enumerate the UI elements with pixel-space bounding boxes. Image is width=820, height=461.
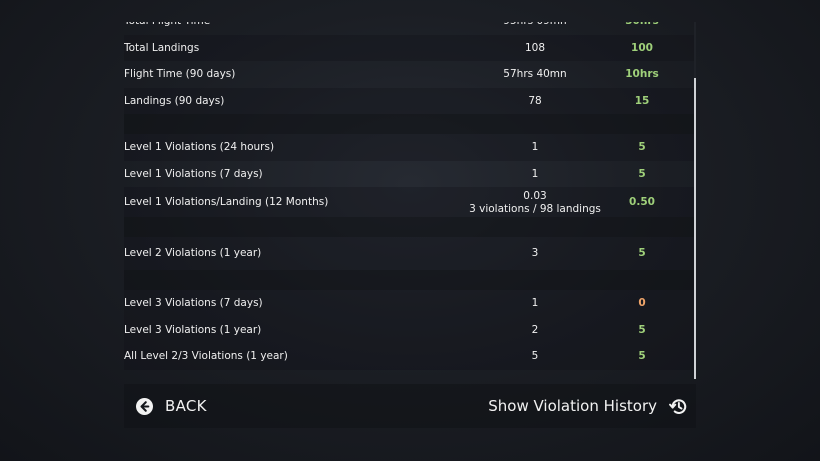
row-value: 2 (531, 323, 539, 336)
row-limit: 0 (638, 297, 646, 309)
row-limit: 30hrs (612, 22, 672, 35)
row-value: 3 (531, 247, 539, 259)
row-value: 108 (524, 41, 546, 54)
row-label: Level 1 Violations/Landing (12 Months) (124, 196, 329, 208)
table-row-level1-7d: Level 1 Violations (7 days) 1 5 (124, 161, 696, 188)
row-label: Level 1 Violations (24 hours) (124, 141, 275, 153)
section-separator (124, 217, 696, 237)
row-limit: 0.50 (629, 196, 655, 208)
section-separator (124, 270, 696, 290)
row-label: Level 1 Violations (7 days) (124, 167, 263, 180)
row-label: Total Landings (124, 41, 200, 54)
row-limit: 5 (638, 323, 646, 336)
back-label: BACK (165, 397, 207, 415)
row-value: 1 (531, 297, 539, 309)
row-label: All Level 2/3 Violations (1 year) (124, 350, 288, 362)
table-row-level1-24h: Level 1 Violations (24 hours) 1 5 (124, 134, 696, 161)
row-value-detail: 3 violations / 98 landings (469, 202, 601, 215)
back-button[interactable]: BACK (136, 393, 207, 419)
requirements-table[interactable]: Total Flight Time 95hrs 09mn 30hrs Total… (124, 22, 696, 379)
row-label: Level 2 Violations (1 year) (124, 247, 262, 259)
scrollbar[interactable] (694, 22, 696, 379)
row-value: 5 (531, 350, 539, 362)
table-row-level1-per-landing: Level 1 Violations/Landing (12 Months) 0… (124, 187, 696, 217)
row-limit: 15 (634, 94, 650, 107)
row-label: Total Flight Time (124, 22, 210, 35)
table-row-total-flight-time: Total Flight Time 95hrs 09mn 30hrs (124, 22, 696, 35)
section-separator (124, 114, 696, 134)
table-row-level3-7d: Level 3 Violations (7 days) 1 0 (124, 290, 696, 317)
show-violation-history-label: Show Violation History (488, 397, 657, 415)
row-limit: 5 (638, 350, 646, 362)
row-label: Level 3 Violations (7 days) (124, 297, 263, 309)
row-limit: 5 (638, 247, 646, 259)
violations-screen: Total Flight Time 95hrs 09mn 30hrs Total… (0, 0, 820, 461)
row-value: 57hrs 40mn (503, 68, 567, 80)
table-row-level2-1y: Level 2 Violations (1 year) 3 5 (124, 237, 696, 270)
history-icon (669, 398, 687, 414)
row-limit: 5 (638, 167, 646, 180)
row-value: 1 (531, 167, 539, 180)
row-value-main: 0.03 (523, 190, 547, 202)
row-limit: 5 (638, 141, 646, 153)
row-value: 78 (528, 94, 542, 107)
row-label: Flight Time (90 days) (124, 68, 236, 80)
row-label: Landings (90 days) (124, 94, 225, 107)
row-limit: 100 (631, 41, 653, 54)
show-violation-history-button[interactable]: Show Violation History (488, 393, 688, 419)
row-limit: 10hrs (625, 68, 659, 80)
scrollbar-thumb[interactable] (694, 78, 696, 379)
arrow-left-circle-icon (136, 397, 153, 415)
table-row-landings-90-days: Landings (90 days) 78 15 (124, 87, 696, 114)
footer-bar: BACK Show Violation History (124, 384, 696, 428)
row-value: 95hrs 09mn (459, 22, 611, 35)
table-row-level3-1y: Level 3 Violations (1 year) 2 5 (124, 316, 696, 343)
table-row-total-landings: Total Landings 108 100 (124, 34, 696, 61)
row-value: 1 (531, 141, 539, 153)
table-row-flight-time-90-days: Flight Time (90 days) 57hrs 40mn 10hrs (124, 61, 696, 88)
row-value: 0.03 3 violations / 98 landings (459, 190, 611, 215)
requirements-table-content: Total Flight Time 95hrs 09mn 30hrs Total… (124, 22, 696, 370)
table-row-all-level2-3-1y: All Level 2/3 Violations (1 year) 5 5 (124, 343, 696, 370)
row-label: Level 3 Violations (1 year) (124, 323, 262, 336)
